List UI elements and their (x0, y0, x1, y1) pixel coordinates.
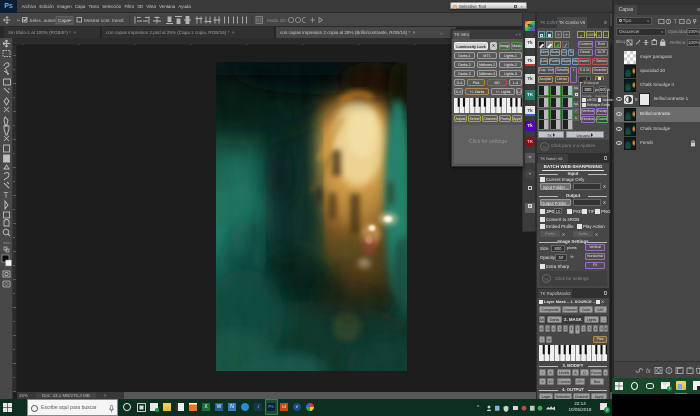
svg-text:T: T (4, 191, 9, 200)
svg-text:T: T (674, 20, 678, 25)
svg-text:Capa: Capa (58, 18, 69, 23)
svg-text:Modo 3D:: Modo 3D: (267, 18, 287, 23)
svg-text:Mostrar cont. transf.: Mostrar cont. transf. (84, 18, 125, 23)
svg-text:fx: fx (646, 369, 652, 375)
svg-text:Selec. autom:: Selec. autom: (30, 18, 58, 23)
